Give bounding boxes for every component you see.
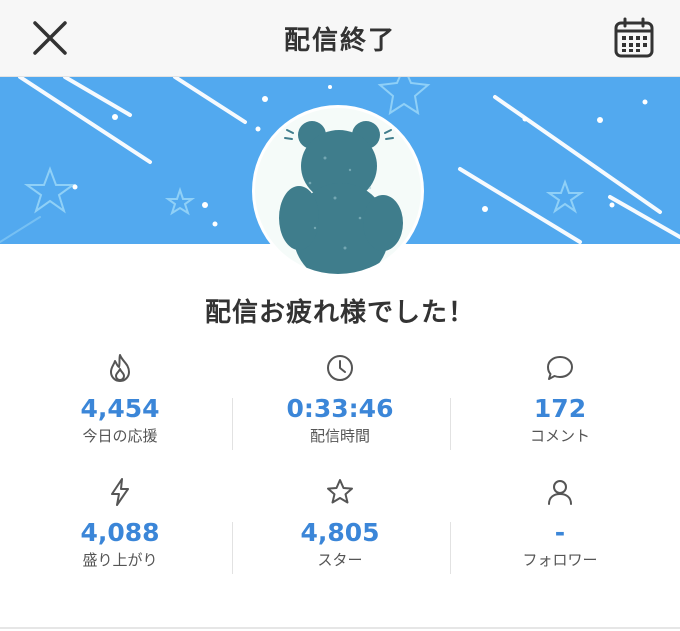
stat-label: スター [317, 551, 363, 569]
divider [450, 522, 451, 574]
stat-value: 0:33:46 [286, 394, 394, 423]
avatar [255, 108, 421, 274]
stat-excitement: 4,088 盛り上がり [20, 476, 220, 570]
stream-finished-message: 配信お疲れ様でした！ [204, 298, 475, 328]
stat-value: 172 [533, 394, 587, 423]
stat-label: 今日の応援 [82, 427, 158, 445]
stat-label: 配信時間 [309, 427, 370, 445]
calendar-button[interactable] [612, 16, 656, 60]
calendar-icon [614, 17, 654, 58]
stat-label: 盛り上がり [82, 551, 158, 569]
stat-value: 4,088 [80, 518, 160, 547]
page-title: 配信終了 [283, 26, 396, 56]
speech-bubble-icon [547, 356, 573, 380]
divider [450, 398, 451, 450]
star-icon [327, 479, 353, 504]
stat-comments: 172 コメント [460, 352, 660, 446]
stat-cheers: 4,454 今日の応援 [20, 352, 220, 446]
clock-icon [327, 355, 353, 381]
stat-duration: 0:33:46 配信時間 [240, 352, 440, 446]
stat-followers: - フォロワー [460, 476, 660, 570]
divider [232, 522, 233, 574]
stat-label: コメント [529, 427, 590, 445]
flame-icon [110, 354, 130, 382]
stat-value: 4,805 [300, 518, 380, 547]
header-bar: 配信終了 [0, 0, 680, 77]
divider [232, 398, 233, 450]
stat-label: フォロワー [522, 551, 598, 569]
bear-silhouette-icon [279, 121, 403, 274]
lightning-icon [111, 478, 129, 506]
user-icon [548, 480, 572, 505]
stat-stars: 4,805 スター [240, 476, 440, 570]
bottom-divider [0, 627, 680, 629]
stat-value: - [554, 518, 566, 547]
stat-value: 4,454 [80, 394, 160, 423]
